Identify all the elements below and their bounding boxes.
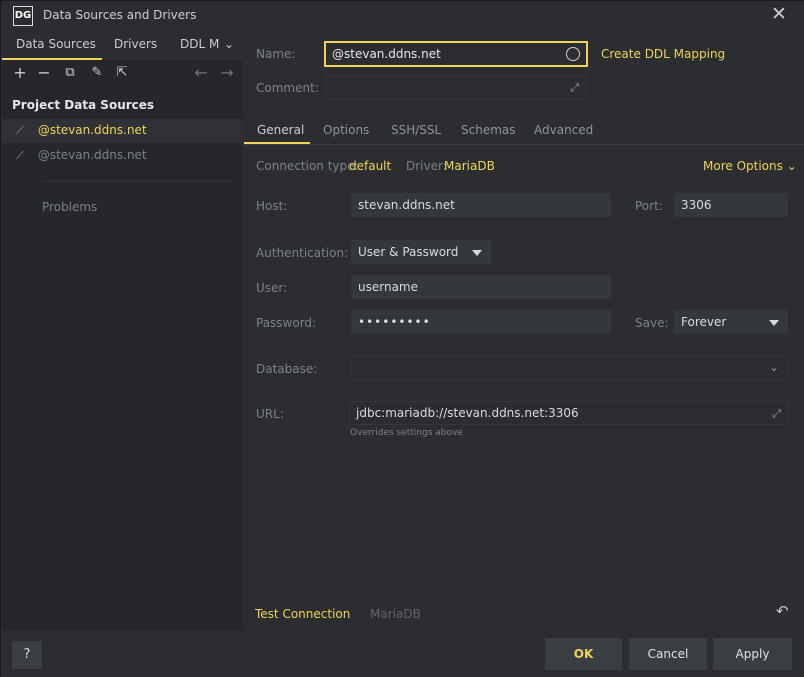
connection-type-label: Connection type: [256,159,359,173]
list-item[interactable]: ⟋ @stevan.ddns.net [16,123,147,138]
button-bar: ? OK Cancel Apply [1,630,804,677]
connection-icon: ⟋ [16,149,24,162]
dropdown-arrow-icon [769,320,779,326]
close-icon[interactable]: ✕ [770,5,788,24]
help-button[interactable]: ? [12,641,42,669]
divider [244,599,804,600]
remove-icon[interactable]: − [35,61,53,85]
project-data-sources-title: Project Data Sources [12,98,155,112]
driver-footer-label: MariaDB [370,607,421,621]
list-item[interactable]: ⟋ @stevan.ddns.net [16,148,147,163]
password-field[interactable]: ••••••••• [351,310,611,334]
tab-advanced[interactable]: Advanced [534,123,593,137]
test-connection-button[interactable]: Test Connection [255,607,350,621]
comment-label: Comment: [256,81,319,95]
export-icon[interactable]: ⇱ [113,61,131,85]
title-bar: DG Data Sources and Drivers ✕ [1,1,804,31]
connection-tabs: General Options SSH/SSL Schemas Advanced [244,115,804,145]
name-input[interactable]: @stevan.ddns.net [324,41,588,67]
connection-icon: ⟋ [16,124,24,137]
forward-icon[interactable]: → [218,61,236,85]
database-select[interactable]: ⌄ [351,356,788,380]
database-label: Database: [256,362,318,376]
left-panel: Data Sources Drivers DDL M ⌄ + − ⧉ ✎ ⇱ ←… [2,31,243,630]
url-field[interactable]: jdbc:mariadb://stevan.ddns.net:3306 ⤢ [349,401,788,425]
comment-field[interactable]: ⤢ [326,75,586,99]
tab-ssh-ssl[interactable]: SSH/SSL [391,123,441,137]
list-item-label: @stevan.ddns.net [37,148,147,162]
chevron-down-icon: ⌄ [768,360,779,374]
chevron-down-icon[interactable]: ⌄ [224,37,234,51]
user-field[interactable]: username [351,275,611,299]
save-value: Forever [681,315,727,329]
name-value: @stevan.ddns.net [332,47,441,61]
active-tab-indicator [2,58,102,60]
left-toolbar: + − ⧉ ✎ ⇱ ← → [2,61,243,89]
driver-label: Driver: [406,159,447,173]
app-logo-icon: DG [13,6,33,26]
chevron-down-icon: ⌄ [786,159,797,173]
host-label: Host: [256,199,288,213]
add-icon[interactable]: + [11,61,29,85]
name-label: Name: [256,47,296,61]
port-field[interactable]: 3306 [674,193,788,217]
list-item-label: @stevan.ddns.net [37,123,147,137]
tab-data-sources[interactable]: Data Sources [16,37,96,51]
url-label: URL: [256,407,284,421]
cancel-button[interactable]: Cancel [629,638,707,670]
more-options-link[interactable]: More Options ⌄ [703,159,797,173]
duplicate-icon[interactable]: ⧉ [61,61,79,85]
password-label: Password: [256,316,317,330]
divider [42,181,232,182]
tab-drivers[interactable]: Drivers [114,37,157,51]
expand-icon[interactable]: ⤢ [570,81,579,95]
tab-options[interactable]: Options [323,123,369,137]
url-value: jdbc:mariadb://stevan.ddns.net:3306 [356,406,579,420]
active-tab-indicator [244,142,310,144]
authentication-value: User & Password [358,245,459,259]
apply-button[interactable]: Apply [713,638,792,670]
main-panel: Name: @stevan.ddns.net Create DDL Mappin… [244,31,804,630]
user-label: User: [256,281,288,295]
save-label: Save: [635,316,669,330]
window-title: Data Sources and Drivers [43,8,197,22]
connection-type-value[interactable]: default [349,159,391,173]
authentication-label: Authentication: [256,246,349,260]
left-tabs: Data Sources Drivers DDL M ⌄ [2,31,243,60]
host-field[interactable]: stevan.ddns.net [351,193,611,217]
authentication-select[interactable]: User & Password [351,240,491,264]
tab-ddl-mapping[interactable]: DDL M [180,37,219,51]
dialog-window: DG Data Sources and Drivers ✕ Data Sourc… [0,0,804,677]
url-hint: Overrides settings above [350,428,463,438]
problems-link[interactable]: Problems [42,200,97,214]
settings-icon[interactable]: ✎ [88,61,106,85]
undo-icon[interactable]: ↶ [776,602,789,620]
tab-general[interactable]: General [257,123,304,137]
port-label: Port: [635,199,663,213]
back-icon[interactable]: ← [192,61,210,85]
ok-button[interactable]: OK [545,638,622,670]
create-ddl-mapping-link[interactable]: Create DDL Mapping [601,47,725,61]
tab-schemas[interactable]: Schemas [461,123,516,137]
dropdown-arrow-icon [472,250,482,256]
save-select[interactable]: Forever [674,310,788,334]
more-options-label: More Options [703,159,783,173]
expand-icon[interactable]: ⤢ [772,407,781,421]
driver-value[interactable]: MariaDB [444,159,495,173]
status-circle-icon [566,47,580,61]
